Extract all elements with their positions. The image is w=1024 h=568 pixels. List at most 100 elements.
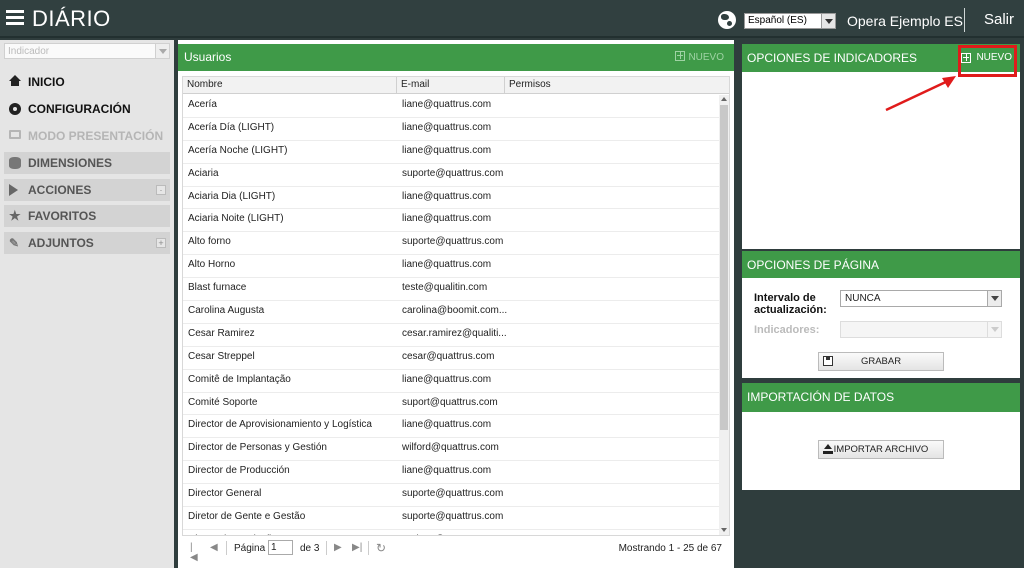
- table-row[interactable]: Director de Producción liane@quattrus.com: [183, 461, 719, 485]
- column-header-email[interactable]: E-mail: [397, 77, 505, 94]
- page-options-title: OPCIONES DE PÁGINA: [747, 258, 880, 272]
- column-header-permisos[interactable]: Permisos: [505, 77, 729, 94]
- user-email-cell: wilford@quattrus.com: [402, 442, 499, 454]
- next-page-icon[interactable]: ▶: [334, 543, 344, 553]
- divider: [226, 541, 227, 555]
- new-user-button[interactable]: NUEVO: [675, 44, 724, 71]
- user-email-cell: suporte@quattrus.com: [402, 488, 504, 500]
- last-page-icon[interactable]: ▶|: [352, 543, 362, 553]
- user-name-cell: Diretor de Gente e Gestão: [188, 511, 306, 523]
- data-import-header: IMPORTACIÓN DE DATOS: [742, 383, 1020, 412]
- user-name-cell: Carolina Augusta: [188, 305, 265, 317]
- monitor-icon: [9, 130, 21, 139]
- table-row[interactable]: Acería Día (LIGHT) liane@quattrus.com: [183, 118, 719, 141]
- paperclip-icon: ✎: [9, 236, 20, 250]
- table-row[interactable]: Acería Noche (LIGHT) liane@quattrus.com: [183, 141, 719, 164]
- refresh-interval-label: Intervalo de actualización:: [754, 292, 827, 316]
- divider: [368, 541, 369, 555]
- table-row[interactable]: Cesar Streppel cesar@quattrus.com: [183, 347, 719, 370]
- user-email-cell: liane@quattrus.com: [402, 419, 492, 431]
- user-email-cell: liane@quattrus.com: [402, 99, 492, 110]
- table-row[interactable]: Cesar Ramirez cesar.ramirez@qualiti...: [183, 324, 719, 347]
- table-row[interactable]: Alto Horno liane@quattrus.com: [183, 255, 719, 279]
- table-row[interactable]: Diretor de Produção andrew@quattrus.com: [183, 530, 719, 535]
- first-page-icon[interactable]: |◀: [190, 543, 200, 563]
- play-icon: [9, 184, 18, 196]
- sidebar-item-label: DIMENSIONES: [28, 156, 113, 170]
- table-row[interactable]: Comitê de Implantação liane@quattrus.com: [183, 370, 719, 393]
- user-name-cell: Director de Personas y Gestión: [188, 442, 327, 454]
- sidebar-item-inicio[interactable]: INICIO: [4, 71, 170, 93]
- user-email-cell: liane@quattrus.com: [402, 213, 492, 225]
- globe-icon: [718, 11, 736, 29]
- grid-rows: Acería liane@quattrus.com Acería Día (LIGH…: [183, 95, 719, 535]
- user-email-cell: liane@quattrus.com: [402, 465, 492, 477]
- save-button[interactable]: GRABAR: [818, 352, 944, 371]
- user-name-cell: Alto forno: [188, 236, 231, 248]
- user-name-cell: Diretor de Produção: [188, 534, 278, 535]
- import-file-label: IMPORTAR ARCHIVO: [833, 444, 929, 455]
- user-email-cell: suport@quattrus.com: [402, 396, 498, 408]
- scroll-down-icon[interactable]: [721, 528, 727, 532]
- indicator-placeholder: Indicador: [8, 46, 50, 57]
- user-name-cell: Cesar Streppel: [188, 350, 255, 362]
- sidebar-item-label: MODO PRESENTACIÓN: [28, 129, 164, 143]
- table-row[interactable]: Director de Aprovisionamiento y Logístic…: [183, 415, 719, 439]
- grid-scrollbar[interactable]: [719, 95, 729, 535]
- page-input[interactable]: 1: [268, 540, 293, 555]
- grid-header: Nombre E-mail Permisos: [183, 77, 729, 94]
- chevron-down-icon: [155, 44, 169, 58]
- table-row[interactable]: Comité Soporte suport@quattrus.com: [183, 393, 719, 416]
- table-row[interactable]: Director General suporte@quattrus.com: [183, 484, 719, 508]
- column-header-nombre[interactable]: Nombre: [183, 77, 397, 94]
- user-name-cell: Director de Aprovisionamiento y Logístic…: [188, 419, 372, 431]
- sidebar-item-adjuntos[interactable]: ✎ ADJUNTOS +: [4, 232, 170, 254]
- scroll-up-icon[interactable]: [721, 97, 727, 101]
- page-count: de 3: [300, 543, 320, 554]
- sidebar-item-dimensiones[interactable]: DIMENSIONES: [4, 152, 170, 174]
- users-panel: Usuarios NUEVO Nombre E-mail Permisos Ac…: [178, 40, 734, 568]
- table-row[interactable]: Carolina Augusta carolina@boomit.com...: [183, 301, 719, 324]
- indicators-label: Indicadores:: [754, 324, 820, 336]
- add-icon[interactable]: +: [156, 238, 166, 248]
- language-select[interactable]: Español (ES): [744, 13, 836, 29]
- logout-link[interactable]: Salir: [984, 11, 1014, 28]
- table-row[interactable]: Diretor de Gente e Gestão suporte@quattru…: [183, 507, 719, 530]
- table-row[interactable]: Director de Personas y Gestión wilford@qu…: [183, 438, 719, 462]
- table-row[interactable]: Blast furnace teste@qualitin.com: [183, 278, 719, 302]
- page-options-header: OPCIONES DE PÁGINA: [742, 251, 1020, 278]
- table-row[interactable]: Aciaria Dia (LIGHT) liane@quattrus.com: [183, 187, 719, 210]
- refresh-interval-select[interactable]: NUNCA: [840, 290, 1002, 307]
- table-row[interactable]: Acería liane@quattrus.com: [183, 95, 719, 118]
- table-row[interactable]: Alto forno suporte@quattrus.com: [183, 232, 719, 256]
- user-email-cell: andrew@quattrus.com: [402, 534, 503, 535]
- user-email-cell: teste@qualitin.com: [402, 282, 488, 294]
- table-row[interactable]: Aciaria suporte@quattrus.com: [183, 164, 719, 187]
- showing-count: Mostrando 1 - 25 de 67: [618, 543, 722, 554]
- gear-icon: [9, 103, 21, 115]
- refresh-icon[interactable]: ↻: [376, 542, 386, 554]
- prev-page-icon[interactable]: ◀: [210, 543, 220, 553]
- user-name-cell: Alto Horno: [188, 259, 236, 271]
- user-email-cell: suporte@quattrus.com: [402, 511, 504, 523]
- user-email-cell: liane@quattrus.com: [402, 144, 492, 156]
- user-name-cell: Acería: [188, 99, 217, 110]
- indicator-select[interactable]: Indicador: [4, 43, 170, 59]
- sidebar-item-modo-presentacion: MODO PRESENTACIÓN: [4, 125, 170, 147]
- user-email-cell: suporte@quattrus.com: [402, 167, 504, 179]
- settings-icon[interactable]: ·: [156, 185, 166, 195]
- chevron-down-icon: [821, 14, 835, 28]
- annotation-arrow-icon: [885, 76, 956, 112]
- menu-icon[interactable]: [6, 10, 24, 26]
- sidebar-item-configuracion[interactable]: CONFIGURACIÓN: [4, 98, 170, 120]
- import-file-button[interactable]: IMPORTAR ARCHIVO: [818, 440, 944, 459]
- sidebar: Indicador INICIO CONFIGURACIÓN MODO PRES…: [0, 40, 174, 568]
- table-row[interactable]: Aciaria Noite (LIGHT) liane@quattrus.com: [183, 209, 719, 233]
- indicators-select: [840, 321, 1002, 338]
- sidebar-item-favoritos[interactable]: ★ FAVORITOS: [4, 205, 170, 227]
- user-email-cell: liane@quattrus.com: [402, 259, 492, 271]
- scroll-thumb[interactable]: [720, 105, 728, 430]
- sidebar-item-acciones[interactable]: ACCIONES ·: [4, 179, 170, 201]
- company-name[interactable]: Opera Ejemplo ES: [847, 13, 963, 29]
- home-icon-base: [11, 81, 19, 86]
